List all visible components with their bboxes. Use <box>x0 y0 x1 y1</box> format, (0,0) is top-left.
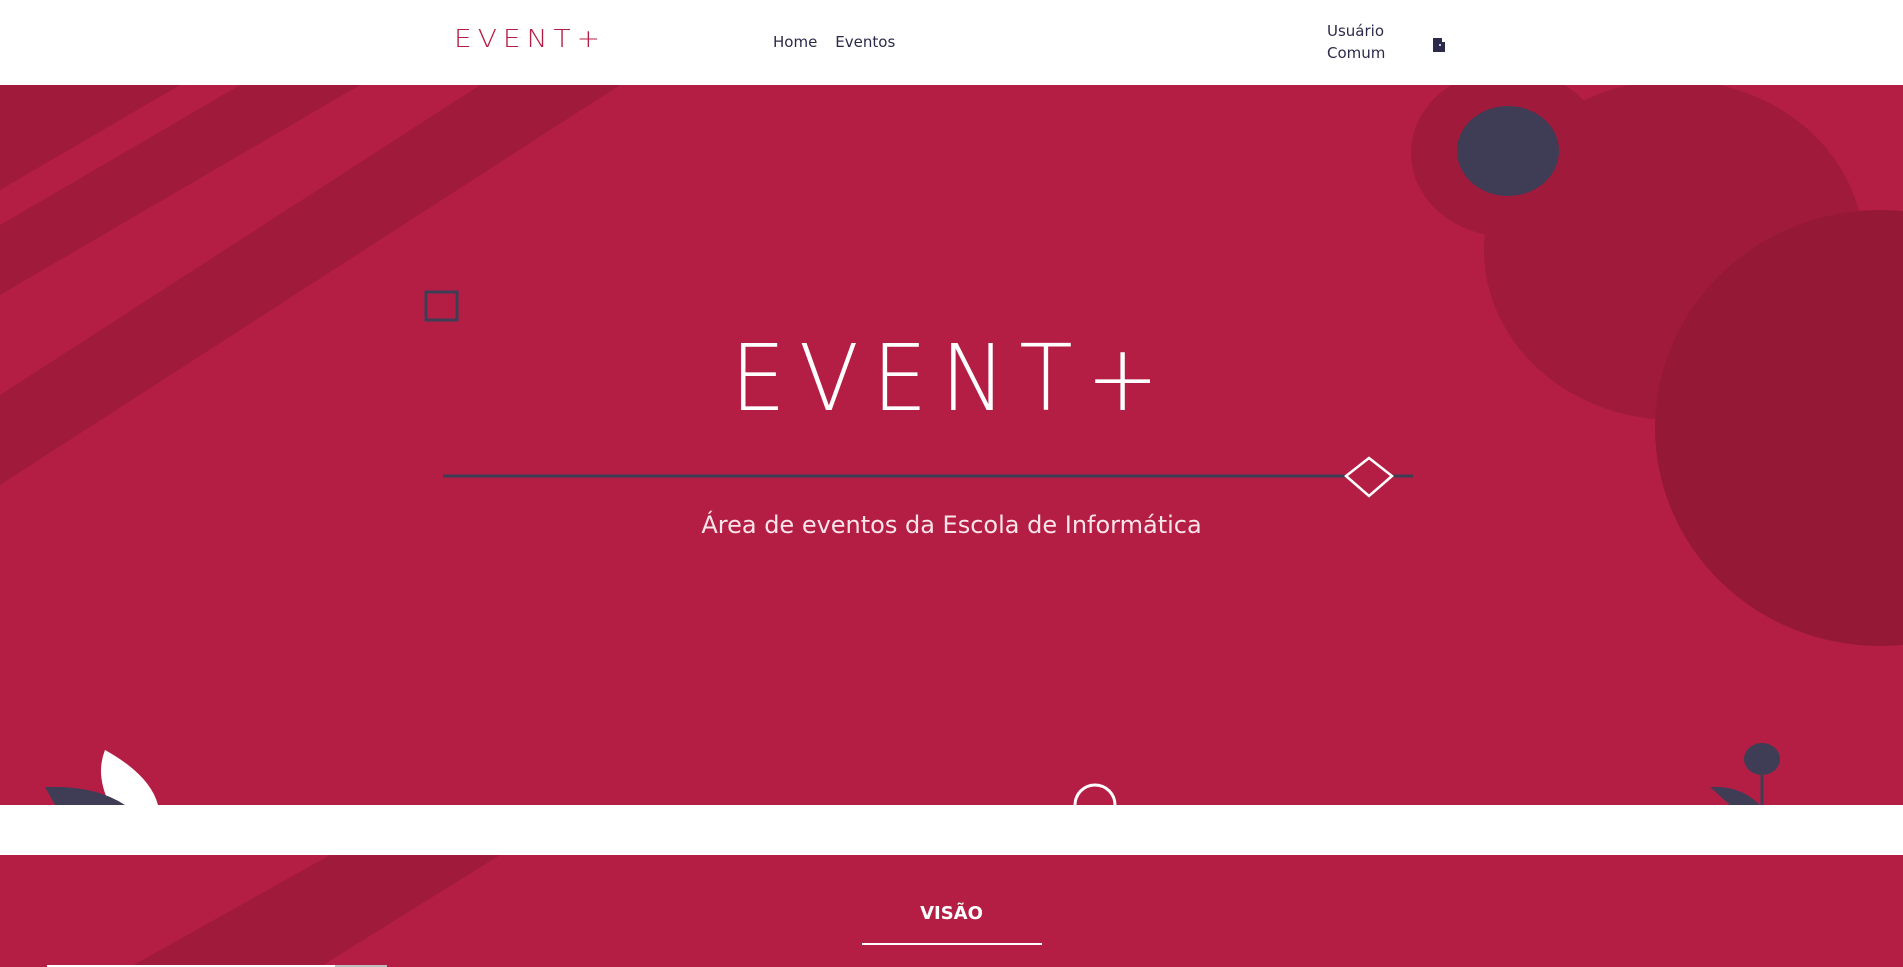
hero-logo: EVENT+ <box>730 325 1173 432</box>
nav-link-eventos[interactable]: Eventos <box>835 33 895 51</box>
hero-banner: EVENT+ Área de eventos da Escola de Info… <box>0 85 1903 805</box>
user-name: Usuário Comum <box>1327 22 1386 62</box>
nav-link-home[interactable]: Home <box>773 33 817 51</box>
top-navbar: EVENT+ Home Eventos Usuário Comum <box>0 0 1903 85</box>
vision-title-underline <box>862 943 1042 945</box>
logout-button[interactable] <box>1430 36 1448 54</box>
vision-section: VISÃO <box>0 855 1903 967</box>
door-exit-icon <box>1433 38 1445 52</box>
hero-decoration <box>0 85 1903 805</box>
vision-title: VISÃO <box>920 903 983 924</box>
section-spacer <box>0 805 1903 855</box>
hero-subtitle: Área de eventos da Escola de Informática <box>701 511 1202 539</box>
navbar-logo[interactable]: EVENT+ <box>454 24 606 54</box>
main-nav: Home Eventos <box>773 33 895 51</box>
